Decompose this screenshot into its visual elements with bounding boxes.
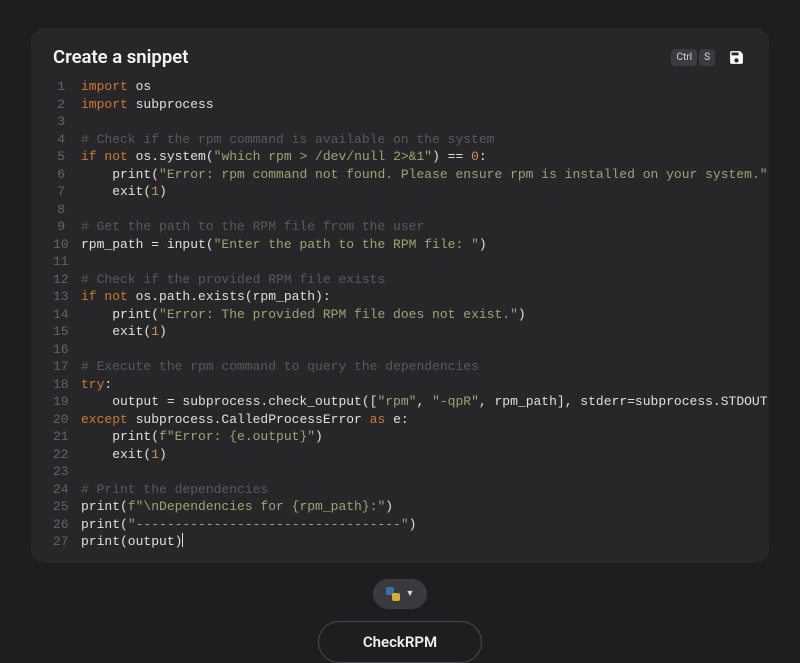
code-line: 25print(f"\nDependencies for {rpm_path}:…	[53, 498, 747, 516]
line-content: import os	[81, 78, 747, 96]
code-line: 15 exit(1)	[53, 323, 747, 341]
line-number: 11	[53, 253, 81, 271]
line-number: 4	[53, 131, 81, 149]
line-content: exit(1)	[81, 183, 747, 201]
line-content	[81, 113, 747, 131]
line-number: 7	[53, 183, 81, 201]
line-number: 2	[53, 96, 81, 114]
line-number: 9	[53, 218, 81, 236]
code-line: 17# Execute the rpm command to query the…	[53, 358, 747, 376]
code-line: 27print(output)	[53, 533, 747, 551]
line-content	[81, 253, 747, 271]
line-number: 8	[53, 201, 81, 219]
kbd-key: S	[699, 49, 715, 66]
code-line: 2import subprocess	[53, 96, 747, 114]
code-line: 20except subprocess.CalledProcessError a…	[53, 411, 747, 429]
code-line: 3	[53, 113, 747, 131]
code-line: 23	[53, 463, 747, 481]
code-line: 1import os	[53, 78, 747, 96]
line-content: # Print the dependencies	[81, 481, 747, 499]
line-number: 20	[53, 411, 81, 429]
code-line: 4# Check if the rpm command is available…	[53, 131, 747, 149]
code-line: 21 print(f"Error: {e.output}")	[53, 428, 747, 446]
line-number: 10	[53, 236, 81, 254]
code-line: 26print("-------------------------------…	[53, 516, 747, 534]
line-number: 18	[53, 376, 81, 394]
snippet-name-button[interactable]: CheckRPM	[318, 621, 482, 663]
line-number: 14	[53, 306, 81, 324]
line-number: 24	[53, 481, 81, 499]
code-line: 14 print("Error: The provided RPM file d…	[53, 306, 747, 324]
header-actions: Ctrl S	[671, 46, 747, 68]
line-content: if not os.system("which rpm > /dev/null …	[81, 148, 747, 166]
code-line: 18try:	[53, 376, 747, 394]
line-number: 25	[53, 498, 81, 516]
line-content: exit(1)	[81, 446, 747, 464]
code-line: 10rpm_path = input("Enter the path to th…	[53, 236, 747, 254]
code-line: 13if not os.path.exists(rpm_path):	[53, 288, 747, 306]
line-content: if not os.path.exists(rpm_path):	[81, 288, 747, 306]
code-line: 11	[53, 253, 747, 271]
line-number: 13	[53, 288, 81, 306]
language-selector[interactable]: ▼	[373, 579, 428, 609]
panel-header: Create a snippet Ctrl S	[31, 46, 769, 78]
line-content: output = subprocess.check_output(["rpm",…	[81, 393, 769, 411]
line-number: 16	[53, 341, 81, 359]
line-number: 19	[53, 393, 81, 411]
line-number: 15	[53, 323, 81, 341]
save-icon	[728, 49, 745, 66]
code-line: 9# Get the path to the RPM file from the…	[53, 218, 747, 236]
line-content: rpm_path = input("Enter the path to the …	[81, 236, 747, 254]
line-content: import subprocess	[81, 96, 747, 114]
line-number: 5	[53, 148, 81, 166]
line-content: print(f"\nDependencies for {rpm_path}:")	[81, 498, 747, 516]
line-number: 26	[53, 516, 81, 534]
footer-controls: ▼ CheckRPM	[0, 579, 800, 663]
code-editor[interactable]: 1import os2import subprocess34# Check if…	[31, 78, 769, 551]
kbd-key: Ctrl	[671, 49, 697, 66]
code-line: 24# Print the dependencies	[53, 481, 747, 499]
line-content	[81, 341, 747, 359]
line-content	[81, 463, 747, 481]
snippet-editor-panel: Create a snippet Ctrl S 1import os2impor…	[31, 28, 769, 563]
code-line: 8	[53, 201, 747, 219]
line-number: 1	[53, 78, 81, 96]
line-content: print("Error: The provided RPM file does…	[81, 306, 747, 324]
line-content: # Check if the provided RPM file exists	[81, 271, 747, 289]
line-content: try:	[81, 376, 747, 394]
line-number: 23	[53, 463, 81, 481]
code-line: 7 exit(1)	[53, 183, 747, 201]
line-number: 12	[53, 271, 81, 289]
code-line: 19 output = subprocess.check_output(["rp…	[53, 393, 747, 411]
code-line: 6 print("Error: rpm command not found. P…	[53, 166, 747, 184]
line-number: 22	[53, 446, 81, 464]
line-content: print(output)	[81, 533, 747, 551]
text-cursor	[182, 533, 183, 547]
code-line: 22 exit(1)	[53, 446, 747, 464]
save-button[interactable]	[725, 46, 747, 68]
line-content: exit(1)	[81, 323, 747, 341]
line-content: except subprocess.CalledProcessError as …	[81, 411, 747, 429]
line-content: print("Error: rpm command not found. Ple…	[81, 166, 769, 184]
save-shortcut-hint: Ctrl S	[671, 49, 715, 66]
line-content: print(f"Error: {e.output}")	[81, 428, 747, 446]
line-number: 27	[53, 533, 81, 551]
line-content	[81, 201, 747, 219]
code-line: 16	[53, 341, 747, 359]
line-number: 6	[53, 166, 81, 184]
code-line: 12# Check if the provided RPM file exist…	[53, 271, 747, 289]
line-content: print("---------------------------------…	[81, 516, 747, 534]
line-number: 3	[53, 113, 81, 131]
line-number: 17	[53, 358, 81, 376]
python-icon	[386, 587, 400, 601]
panel-title: Create a snippet	[53, 46, 188, 68]
line-content: # Execute the rpm command to query the d…	[81, 358, 747, 376]
line-content: # Get the path to the RPM file from the …	[81, 218, 747, 236]
chevron-down-icon: ▼	[406, 588, 415, 599]
line-number: 21	[53, 428, 81, 446]
line-content: # Check if the rpm command is available …	[81, 131, 747, 149]
code-line: 5if not os.system("which rpm > /dev/null…	[53, 148, 747, 166]
